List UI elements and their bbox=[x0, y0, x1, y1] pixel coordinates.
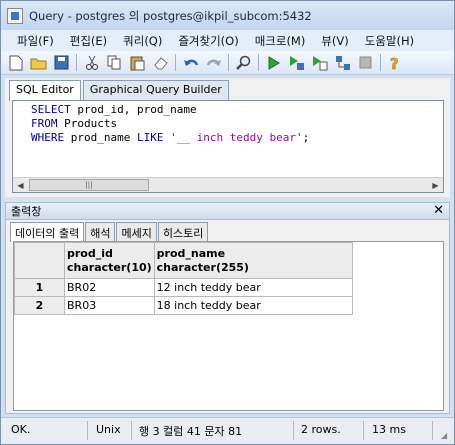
status-cursor-position: 행 3 컬럼 41 문자 81 bbox=[139, 425, 243, 438]
status-divider bbox=[131, 421, 132, 440]
tab-explain[interactable]: 해석 bbox=[85, 222, 116, 241]
string-literal: '__ inch teddy bear' bbox=[170, 131, 303, 144]
execute-pgscript-icon[interactable] bbox=[288, 54, 305, 71]
status-state: OK. bbox=[11, 423, 31, 436]
code-text: prod_id, prod_name bbox=[70, 103, 197, 116]
code-text: prod_name bbox=[64, 131, 137, 144]
menu-edit[interactable]: 편집(E) bbox=[62, 33, 115, 49]
app-icon bbox=[7, 7, 23, 24]
cut-icon[interactable] bbox=[83, 54, 100, 71]
find-icon[interactable] bbox=[235, 54, 252, 71]
scroll-left-icon[interactable]: ◀ bbox=[13, 178, 28, 192]
results-table: prod_id character(10) prod_name character(… bbox=[14, 242, 353, 315]
toolbar-separator bbox=[76, 54, 77, 71]
row-number[interactable]: 2 bbox=[14, 296, 65, 315]
tab-sql-editor[interactable]: SQL Editor bbox=[9, 80, 81, 101]
explain-icon[interactable] bbox=[334, 54, 351, 71]
keyword: WHERE bbox=[31, 131, 65, 144]
copy-icon[interactable] bbox=[106, 54, 123, 71]
menu-favourites[interactable]: 즐겨찾기(O) bbox=[170, 33, 246, 49]
row-number[interactable]: 1 bbox=[14, 278, 65, 297]
status-divider bbox=[87, 421, 88, 440]
title-bar[interactable]: Query - postgres 의 postgres@ikpil_subcom… bbox=[1, 1, 454, 30]
table-row[interactable]: 1 BR02 12 inch teddy bear bbox=[14, 278, 353, 297]
horizontal-scrollbar[interactable]: ◀ ||| ▶ bbox=[13, 177, 443, 192]
output-tabs: 데이터의 출력 해석 메세지 히스토리 bbox=[10, 222, 209, 242]
toolbar-separator bbox=[380, 54, 381, 71]
save-icon[interactable] bbox=[53, 54, 70, 71]
column-type: character(255) bbox=[156, 260, 249, 274]
code-line-1: SELECT prod_id, prod_name bbox=[31, 103, 197, 116]
menu-view[interactable]: 뷰(V) bbox=[313, 33, 356, 49]
data-grid[interactable]: prod_id character(10) prod_name character(… bbox=[13, 241, 444, 411]
status-elapsed-time: 13 ms bbox=[372, 423, 406, 436]
menu-file[interactable]: 파일(F) bbox=[9, 33, 62, 49]
corner-cell[interactable] bbox=[14, 242, 65, 279]
stop-icon[interactable] bbox=[357, 54, 374, 71]
tab-data-output[interactable]: 데이터의 출력 bbox=[10, 222, 85, 242]
open-folder-icon[interactable] bbox=[30, 54, 47, 71]
code-line-2: FROM Products bbox=[31, 117, 117, 130]
column-header-prod-id[interactable]: prod_id character(10) bbox=[64, 242, 155, 279]
menu-query[interactable]: 쿼리(Q) bbox=[115, 33, 170, 49]
toolbar-separator bbox=[175, 54, 176, 71]
resize-grip-icon[interactable]: ◢ bbox=[441, 431, 451, 441]
column-name: prod_name bbox=[156, 246, 226, 260]
scroll-right-icon[interactable]: ▶ bbox=[428, 178, 443, 192]
menu-help[interactable]: 도움말(H) bbox=[357, 33, 422, 49]
tab-graphical-query-builder[interactable]: Graphical Query Builder bbox=[82, 80, 229, 100]
column-header-prod-name[interactable]: prod_name character(255) bbox=[153, 242, 353, 279]
execute-to-file-icon[interactable] bbox=[311, 54, 328, 71]
status-divider bbox=[432, 421, 433, 440]
keyword: LIKE bbox=[136, 131, 164, 144]
sql-editor[interactable]: SELECT prod_id, prod_name FROM Products … bbox=[12, 100, 444, 193]
status-bar: OK. Unix 행 3 컬럼 41 문자 81 2 rows. 13 ms ◢ bbox=[1, 417, 454, 444]
close-icon[interactable]: ✕ bbox=[433, 203, 444, 219]
tab-messages[interactable]: 메세지 bbox=[116, 222, 157, 241]
toolbar: ? bbox=[1, 51, 454, 75]
column-type: character(10) bbox=[67, 260, 152, 274]
sql-code: SELECT prod_id, prod_name FROM Products … bbox=[31, 103, 309, 145]
eraser-icon[interactable] bbox=[152, 54, 169, 71]
window-title: Query - postgres 의 postgres@ikpil_subcom… bbox=[29, 8, 312, 23]
output-pane-title: 출력창 bbox=[11, 205, 42, 218]
svg-text:?: ? bbox=[390, 55, 399, 71]
status-divider bbox=[293, 421, 294, 440]
redo-icon[interactable] bbox=[205, 54, 222, 71]
menu-macros[interactable]: 매크로(M) bbox=[247, 33, 314, 49]
code-text: ; bbox=[302, 131, 310, 144]
code-line-3: WHERE prod_name LIKE '__ inch teddy bear… bbox=[31, 131, 309, 144]
column-name: prod_id bbox=[67, 246, 113, 260]
query-window: Query - postgres 의 postgres@ikpil_subcom… bbox=[0, 0, 455, 445]
header-row: prod_id character(10) prod_name character(… bbox=[14, 242, 353, 279]
table-cell[interactable]: BR03 bbox=[64, 296, 155, 315]
paste-icon[interactable] bbox=[129, 54, 146, 71]
help-icon[interactable]: ? bbox=[387, 54, 404, 71]
execute-icon[interactable] bbox=[265, 54, 282, 71]
editor-tabs: SQL Editor Graphical Query Builder bbox=[9, 80, 231, 101]
status-divider bbox=[363, 421, 364, 440]
output-pane-header: 출력창 ✕ bbox=[5, 202, 450, 220]
table-cell[interactable]: 18 inch teddy bear bbox=[153, 296, 353, 315]
code-text: Products bbox=[57, 117, 118, 130]
keyword: SELECT bbox=[31, 103, 71, 116]
undo-icon[interactable] bbox=[182, 54, 199, 71]
tab-history[interactable]: 히스토리 bbox=[157, 222, 209, 241]
table-row[interactable]: 2 BR03 18 inch teddy bear bbox=[14, 296, 353, 315]
keyword: FROM bbox=[31, 117, 58, 130]
scroll-thumb[interactable]: ||| bbox=[29, 179, 149, 191]
toolbar-separator bbox=[258, 54, 259, 71]
menu-bar: 파일(F) 편집(E) 쿼리(Q) 즐겨찾기(O) 매크로(M) 뷰(V) 도움… bbox=[1, 30, 454, 51]
status-row-count: 2 rows. bbox=[301, 423, 341, 436]
toolbar-separator bbox=[228, 54, 229, 71]
new-file-icon[interactable] bbox=[7, 54, 24, 71]
table-cell[interactable]: 12 inch teddy bear bbox=[153, 278, 353, 297]
table-cell[interactable]: BR02 bbox=[64, 278, 155, 297]
status-line-ending: Unix bbox=[96, 423, 121, 436]
